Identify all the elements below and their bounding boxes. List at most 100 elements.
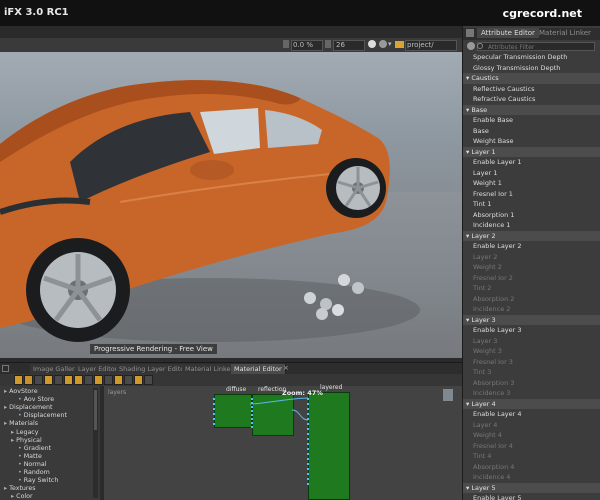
node-port[interactable] [307, 408, 309, 410]
attribute-row[interactable]: Fresnel Ior 1 [463, 189, 600, 200]
node-port[interactable] [307, 448, 309, 450]
tab-layer-editor[interactable]: Layer Editor [75, 364, 122, 374]
node-port[interactable] [251, 414, 253, 416]
lock-icon[interactable] [466, 29, 474, 37]
dropdown-arrow-icon[interactable]: ▾ [388, 40, 392, 48]
attribute-row[interactable]: Absorption 1 [463, 210, 600, 221]
attribute-row[interactable]: Fresnel Ior 3 [463, 357, 600, 368]
attribute-row[interactable]: Fresnel Ior 4 [463, 441, 600, 452]
node-diffuse[interactable] [214, 394, 252, 428]
node-port[interactable] [213, 398, 215, 400]
node-port[interactable] [251, 418, 253, 420]
tool-frame-icon[interactable] [104, 375, 113, 385]
node-port[interactable] [213, 418, 215, 420]
attribute-row[interactable]: Tint 2 [463, 283, 600, 294]
tool-delete-icon[interactable] [74, 375, 83, 385]
tab-material-editor[interactable]: Material Editor [231, 364, 286, 374]
tool-snap-icon[interactable] [134, 375, 143, 385]
node-reflection[interactable] [252, 394, 294, 436]
tool-options-icon[interactable] [144, 375, 153, 385]
attribute-section-header[interactable]: ▾ Layer 4 [463, 398, 600, 409]
fov-icon[interactable] [325, 40, 331, 48]
attribute-row[interactable]: Tint 1 [463, 199, 600, 210]
attribute-row[interactable]: Weight 3 [463, 346, 600, 357]
attribute-row[interactable]: Absorption 4 [463, 462, 600, 473]
attribute-row[interactable]: Tint 4 [463, 451, 600, 462]
tool-paste-icon[interactable] [64, 375, 73, 385]
attribute-row[interactable]: Absorption 2 [463, 294, 600, 305]
filter-toggle-icon[interactable] [467, 42, 475, 50]
node-port[interactable] [307, 423, 309, 425]
attribute-section-header[interactable]: ▾ Layer 3 [463, 314, 600, 325]
node-port[interactable] [213, 403, 215, 405]
attribute-row[interactable]: Enable Layer 1 [463, 157, 600, 168]
node-port[interactable] [307, 398, 309, 400]
node-port[interactable] [213, 408, 215, 410]
panel-menu-icon[interactable] [2, 365, 9, 372]
tab-material-linker[interactable]: Material Linker [535, 28, 595, 38]
attribute-row[interactable]: Enable Layer 5 [463, 493, 600, 500]
attribute-row[interactable]: Refractive Caustics [463, 94, 600, 105]
node-port[interactable] [213, 413, 215, 415]
shade-sphere-icon[interactable] [379, 40, 387, 48]
node-port[interactable] [307, 458, 309, 460]
attribute-row[interactable]: Tint 3 [463, 367, 600, 378]
attribute-row[interactable]: Base [463, 126, 600, 137]
exposure-icon[interactable] [283, 40, 289, 48]
attribute-row[interactable]: Fresnel Ior 2 [463, 273, 600, 284]
attribute-row[interactable]: Weight Base [463, 136, 600, 147]
attribute-row[interactable]: Layer 3 [463, 336, 600, 347]
node-port[interactable] [307, 468, 309, 470]
attribute-section-header[interactable]: ▾ Layer 5 [463, 482, 600, 493]
node-port[interactable] [307, 463, 309, 465]
attribute-row[interactable]: Layer 2 [463, 252, 600, 263]
attribute-row[interactable]: Layer 4 [463, 420, 600, 431]
node-port[interactable] [251, 426, 253, 428]
node-port[interactable] [251, 398, 253, 400]
tool-move-icon[interactable] [24, 375, 33, 385]
tree-item[interactable]: ▸ Color [11, 493, 100, 500]
node-port[interactable] [251, 402, 253, 404]
attribute-row[interactable]: Absorption 3 [463, 378, 600, 389]
node-port[interactable] [307, 428, 309, 430]
node-port[interactable] [307, 443, 309, 445]
node-port[interactable] [307, 413, 309, 415]
attribute-row[interactable]: Glossy Transmission Depth [463, 63, 600, 74]
tool-group-icon[interactable] [84, 375, 93, 385]
tool-copy-icon[interactable] [54, 375, 63, 385]
attribute-row[interactable]: Layer 1 [463, 168, 600, 179]
attribute-section-header[interactable]: ▾ Layer 1 [463, 146, 600, 157]
tool-select-icon[interactable] [14, 375, 23, 385]
node-port[interactable] [251, 406, 253, 408]
attribute-row[interactable]: Enable Base [463, 115, 600, 126]
attribute-row[interactable]: Incidence 2 [463, 304, 600, 315]
tab-material-linker-bottom[interactable]: Material Linker [182, 364, 238, 374]
attributes-filter-input[interactable]: Attributes Filter [477, 42, 595, 51]
node-port[interactable] [307, 473, 309, 475]
render-viewport[interactable]: Progressive Rendering - Free View [0, 52, 462, 358]
attribute-row[interactable]: Enable Layer 2 [463, 241, 600, 252]
attribute-row[interactable]: Weight 4 [463, 430, 600, 441]
tool-layout-icon[interactable] [94, 375, 103, 385]
node-port[interactable] [307, 453, 309, 455]
node-port[interactable] [307, 433, 309, 435]
node-port[interactable] [307, 418, 309, 420]
attribute-section-header[interactable]: ▾ Caustics [463, 73, 600, 84]
attribute-row[interactable]: Enable Layer 4 [463, 409, 600, 420]
render-sphere-icon[interactable] [368, 40, 376, 48]
node-port[interactable] [307, 403, 309, 405]
attribute-row[interactable]: Weight 2 [463, 262, 600, 273]
attribute-section-header[interactable]: ▾ Base [463, 104, 600, 115]
node-port[interactable] [307, 483, 309, 485]
tool-link-icon[interactable] [34, 375, 43, 385]
attribute-row[interactable]: Incidence 4 [463, 472, 600, 483]
tab-shading-layer-editor[interactable]: Shading Layer Editor [116, 364, 191, 374]
attribute-row[interactable]: Specular Transmission Depth [463, 52, 600, 63]
attribute-row[interactable]: Incidence 1 [463, 220, 600, 231]
node-port[interactable] [213, 423, 215, 425]
tool-grid-icon[interactable] [124, 375, 133, 385]
tool-new-icon[interactable] [44, 375, 53, 385]
attribute-row[interactable]: Weight 1 [463, 178, 600, 189]
graph-corner-icon[interactable] [443, 389, 453, 401]
node-port[interactable] [307, 438, 309, 440]
